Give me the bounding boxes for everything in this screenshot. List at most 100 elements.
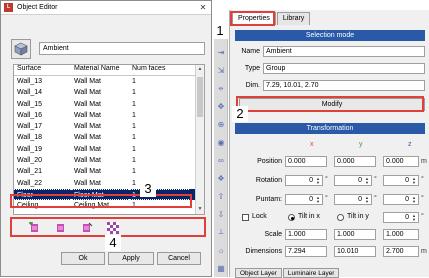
lock-checkbox[interactable] [242, 214, 249, 221]
dim-field: 7.29, 10.01, 2.70 [263, 80, 425, 91]
table-header: Surface Material Name Num faces [14, 65, 204, 76]
scale-z-input[interactable]: 1.000 [383, 229, 419, 240]
tilt-value: 0 [405, 214, 409, 221]
rotation-y-spinner[interactable]: 0 ▲ ▼ [334, 175, 372, 186]
tilt-y-label: Tilt in y [347, 213, 369, 220]
cell-surface: Wall_20 [17, 157, 43, 165]
cell-num-faces: 1 [132, 145, 136, 153]
position-x-input[interactable]: 0.000 [285, 156, 327, 167]
spin-arrows-icon[interactable]: ▲ ▼ [364, 196, 370, 204]
table-row[interactable]: Wall_21 Wall Mat 1 [14, 166, 204, 177]
cell-num-faces: 1 [132, 168, 136, 176]
apply-button[interactable]: Apply [108, 252, 154, 265]
tilt-y-radio[interactable] [337, 214, 344, 221]
type-field: Group [263, 63, 425, 74]
orbit-icon[interactable]: ⦵ [215, 82, 227, 94]
object-header [11, 39, 31, 59]
dimensions-label: Dimensions [245, 248, 282, 255]
close-icon[interactable]: ✕ [198, 3, 208, 13]
column-header-num-faces[interactable]: Num faces [129, 65, 189, 75]
properties-panel: Properties Library Selection mode Name A… [229, 10, 429, 278]
scroll-up-icon[interactable]: ▲ [196, 65, 204, 74]
cell-material: Wall Mat [74, 123, 101, 131]
table-row[interactable]: Wall_15 Wall Mat 1 [14, 99, 204, 110]
scale-y-input[interactable]: 1.000 [334, 229, 376, 240]
puntam-x-value: 0 [309, 196, 313, 203]
layer-icon[interactable]: ❖ [215, 172, 227, 184]
name-field[interactable]: Ambient [263, 46, 425, 57]
light-icon[interactable]: ☼ [215, 244, 227, 256]
table-row[interactable]: Wall_20 Wall Mat 1 [14, 155, 204, 166]
table-row[interactable]: Wall_14 Wall Mat 1 [14, 87, 204, 98]
puntam-y-spinner[interactable]: 0 ▲ ▼ [334, 194, 372, 205]
spin-arrows-icon[interactable]: ▲ ▼ [315, 196, 321, 204]
pan-icon[interactable]: ✥ [215, 100, 227, 112]
scale-label: Scale [264, 231, 282, 238]
cell-num-faces: 1 [132, 157, 136, 165]
dialog-buttons: Ok Apply Cancel [61, 252, 201, 265]
scale-icon[interactable]: ⇲ [215, 64, 227, 76]
table-row[interactable]: Wall_19 Wall Mat 1 [14, 144, 204, 155]
cell-material: Wall Mat [74, 78, 101, 85]
table-scrollbar[interactable]: ▲ ▼ [195, 65, 204, 214]
spin-arrows-icon[interactable]: ▲ ▼ [364, 177, 370, 185]
ok-button[interactable]: Ok [61, 252, 105, 265]
table-row[interactable]: Wall_16 Wall Mat 1 [14, 110, 204, 121]
column-header-material[interactable]: Material Name [71, 65, 129, 75]
arrow-down-icon[interactable]: ⇩ [215, 208, 227, 220]
rotation-x-unit: ° [325, 176, 328, 183]
cell-material: Wall Mat [74, 179, 101, 187]
callout-3: 3 [140, 181, 156, 197]
cell-num-faces: 1 [132, 78, 136, 85]
highlight-properties-tab [230, 11, 275, 26]
table-row[interactable]: Wall_17 Wall Mat 1 [14, 121, 204, 132]
name-label: Name [241, 48, 260, 55]
cancel-button[interactable]: Cancel [157, 252, 201, 265]
tilt-spinner[interactable]: 0 ▲ ▼ [383, 212, 419, 223]
dimensions-x-input[interactable]: 7.294 [285, 246, 327, 257]
spin-arrows-icon[interactable]: ▲ ▼ [411, 196, 417, 204]
rotation-z-spinner[interactable]: 0 ▲ ▼ [383, 175, 419, 186]
scroll-thumb[interactable] [197, 77, 203, 117]
cell-surface: Wall_16 [17, 111, 43, 119]
rotation-x-value: 0 [309, 177, 313, 184]
measure-icon[interactable]: ⟂ [215, 226, 227, 238]
glasses-icon[interactable]: ∞ [215, 154, 227, 166]
cell-num-faces: 1 [132, 100, 136, 108]
position-y-input[interactable]: 0.000 [334, 156, 376, 167]
position-z-input[interactable]: 0.000 [383, 156, 419, 167]
spin-arrows-icon[interactable]: ▲ ▼ [411, 177, 417, 185]
axis-z-label: z [408, 141, 412, 148]
tab-library[interactable]: Library [276, 12, 311, 25]
scroll-down-icon[interactable]: ▼ [196, 205, 204, 214]
column-header-surface[interactable]: Surface [14, 65, 71, 75]
rotation-x-spinner[interactable]: 0 ▲ ▼ [285, 175, 323, 186]
view-icon[interactable]: ◉ [215, 136, 227, 148]
dim-label: Dim. [245, 82, 260, 89]
table-row[interactable]: Wall_13 Wall Mat 1 [14, 76, 204, 87]
puntam-x-unit: ° [325, 195, 328, 202]
tilt-x-radio[interactable] [288, 214, 295, 221]
cell-num-faces: 1 [132, 111, 136, 119]
dimensions-y-input[interactable]: 10.010 [334, 246, 376, 257]
transformation-header: Transformation [235, 123, 425, 134]
table-row[interactable]: Wall_18 Wall Mat 1 [14, 132, 204, 143]
scale-x-input[interactable]: 1.000 [285, 229, 327, 240]
axis-y-label: y [359, 141, 363, 148]
puntam-z-spinner[interactable]: 0 ▲ ▼ [383, 194, 419, 205]
spin-arrows-icon[interactable]: ▲ ▼ [411, 214, 417, 222]
spin-arrows-icon[interactable]: ▲ ▼ [315, 177, 321, 185]
table-row[interactable]: Wall_22 Wall Mat 1 [14, 178, 204, 189]
zoom-icon[interactable]: ⊕ [215, 118, 227, 130]
puntam-z-value: 0 [405, 196, 409, 203]
puntam-label: Puntam: [255, 196, 282, 203]
arrow-up-icon[interactable]: ⇧ [215, 190, 227, 202]
grid-icon[interactable]: ▦ [215, 262, 227, 274]
editor-titlebar[interactable]: L Object Editor ✕ [1, 1, 211, 15]
cube-object-icon[interactable] [11, 39, 31, 59]
puntam-x-spinner[interactable]: 0 ▲ ▼ [285, 194, 323, 205]
object-name-input[interactable]: Ambient [39, 42, 205, 55]
cell-material: Wall Mat [74, 157, 101, 165]
dimensions-z-input[interactable]: 2.700 [383, 246, 419, 257]
move-icon[interactable]: ⇥ [215, 46, 227, 58]
